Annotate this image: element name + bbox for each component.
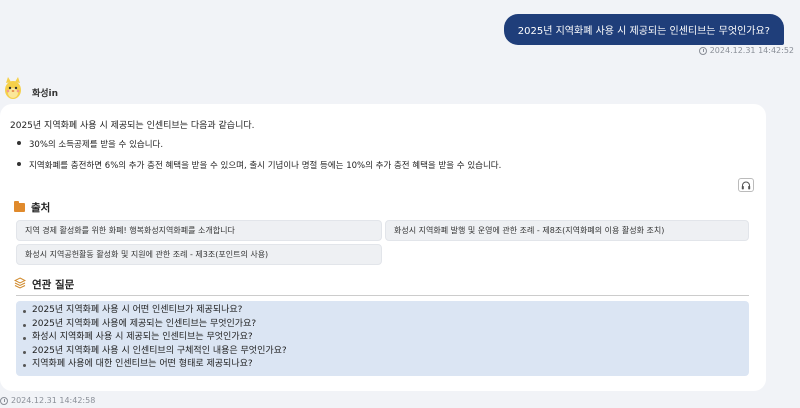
- user-message-timestamp: 2024.12.31 14:42:52: [698, 46, 794, 55]
- related-divider: [16, 295, 749, 296]
- bot-timestamp-text: 2024.12.31 14:42:58: [11, 396, 96, 405]
- layers-icon: [13, 277, 27, 292]
- related-question[interactable]: 2025년 지역화폐 사용 시 인센티브의 구체적인 내용은 무엇인가요?: [22, 345, 743, 359]
- related-title: 연관 질문: [32, 279, 75, 291]
- clock-icon: [0, 396, 8, 405]
- related-heading: 연관 질문: [13, 277, 75, 292]
- sources-title: 출처: [31, 202, 51, 214]
- related-question[interactable]: 화성시 지역화폐 사용 시 제공되는 인센티브는 무엇인가요?: [22, 331, 743, 345]
- headphone-icon[interactable]: [738, 178, 754, 192]
- user-timestamp-text: 2024.12.31 14:42:52: [709, 46, 794, 55]
- source-link[interactable]: 화성시 지역공헌활동 활성화 및 지원에 관한 조례 - 제3조(포인트의 사용…: [16, 244, 382, 265]
- related-question[interactable]: 지역화폐 사용에 대한 인센티브는 어떤 형태로 제공되나요?: [22, 358, 743, 372]
- answer-bullet: 지역화폐를 충전하면 6%의 추가 충전 혜택을 받을 수 있으며, 출시 기념…: [16, 159, 501, 171]
- answer-card: 2025년 지역화폐 사용 시 제공되는 인센티브는 다음과 같습니다. 30%…: [0, 104, 766, 391]
- answer-bullet: 30%의 소득공제를 받을 수 있습니다.: [16, 138, 501, 150]
- related-question[interactable]: 2025년 지역화폐 사용에 제공되는 인센티브는 무엇인가요?: [22, 318, 743, 332]
- related-questions-list: 2025년 지역화폐 사용 시 어떤 인센티브가 제공되나요? 2025년 지역…: [16, 301, 749, 376]
- bot-name: 화성in: [32, 89, 59, 99]
- source-link[interactable]: 지역 경제 활성화를 위한 화폐! 행복화성지역화폐를 소개합니다: [16, 220, 382, 241]
- related-question[interactable]: 2025년 지역화폐 사용 시 어떤 인센티브가 제공되나요?: [22, 304, 743, 318]
- clock-icon: [698, 46, 707, 55]
- user-message-bubble: 2025년 지역화폐 사용 시 제공되는 인센티브는 무엇인가요?: [503, 14, 784, 45]
- bot-message-timestamp: 2024.12.31 14:42:58: [0, 396, 95, 405]
- folder-icon: [14, 201, 25, 212]
- bot-avatar: [3, 76, 23, 100]
- source-link[interactable]: 화성시 지역화폐 발행 및 운영에 관한 조례 - 제8조(지역화폐의 이용 활…: [385, 220, 749, 241]
- answer-bullets: 30%의 소득공제를 받을 수 있습니다. 지역화폐를 충전하면 6%의 추가 …: [16, 138, 501, 180]
- sources-heading: 출처: [14, 200, 50, 215]
- answer-intro: 2025년 지역화폐 사용 시 제공되는 인센티브는 다음과 같습니다.: [10, 121, 255, 131]
